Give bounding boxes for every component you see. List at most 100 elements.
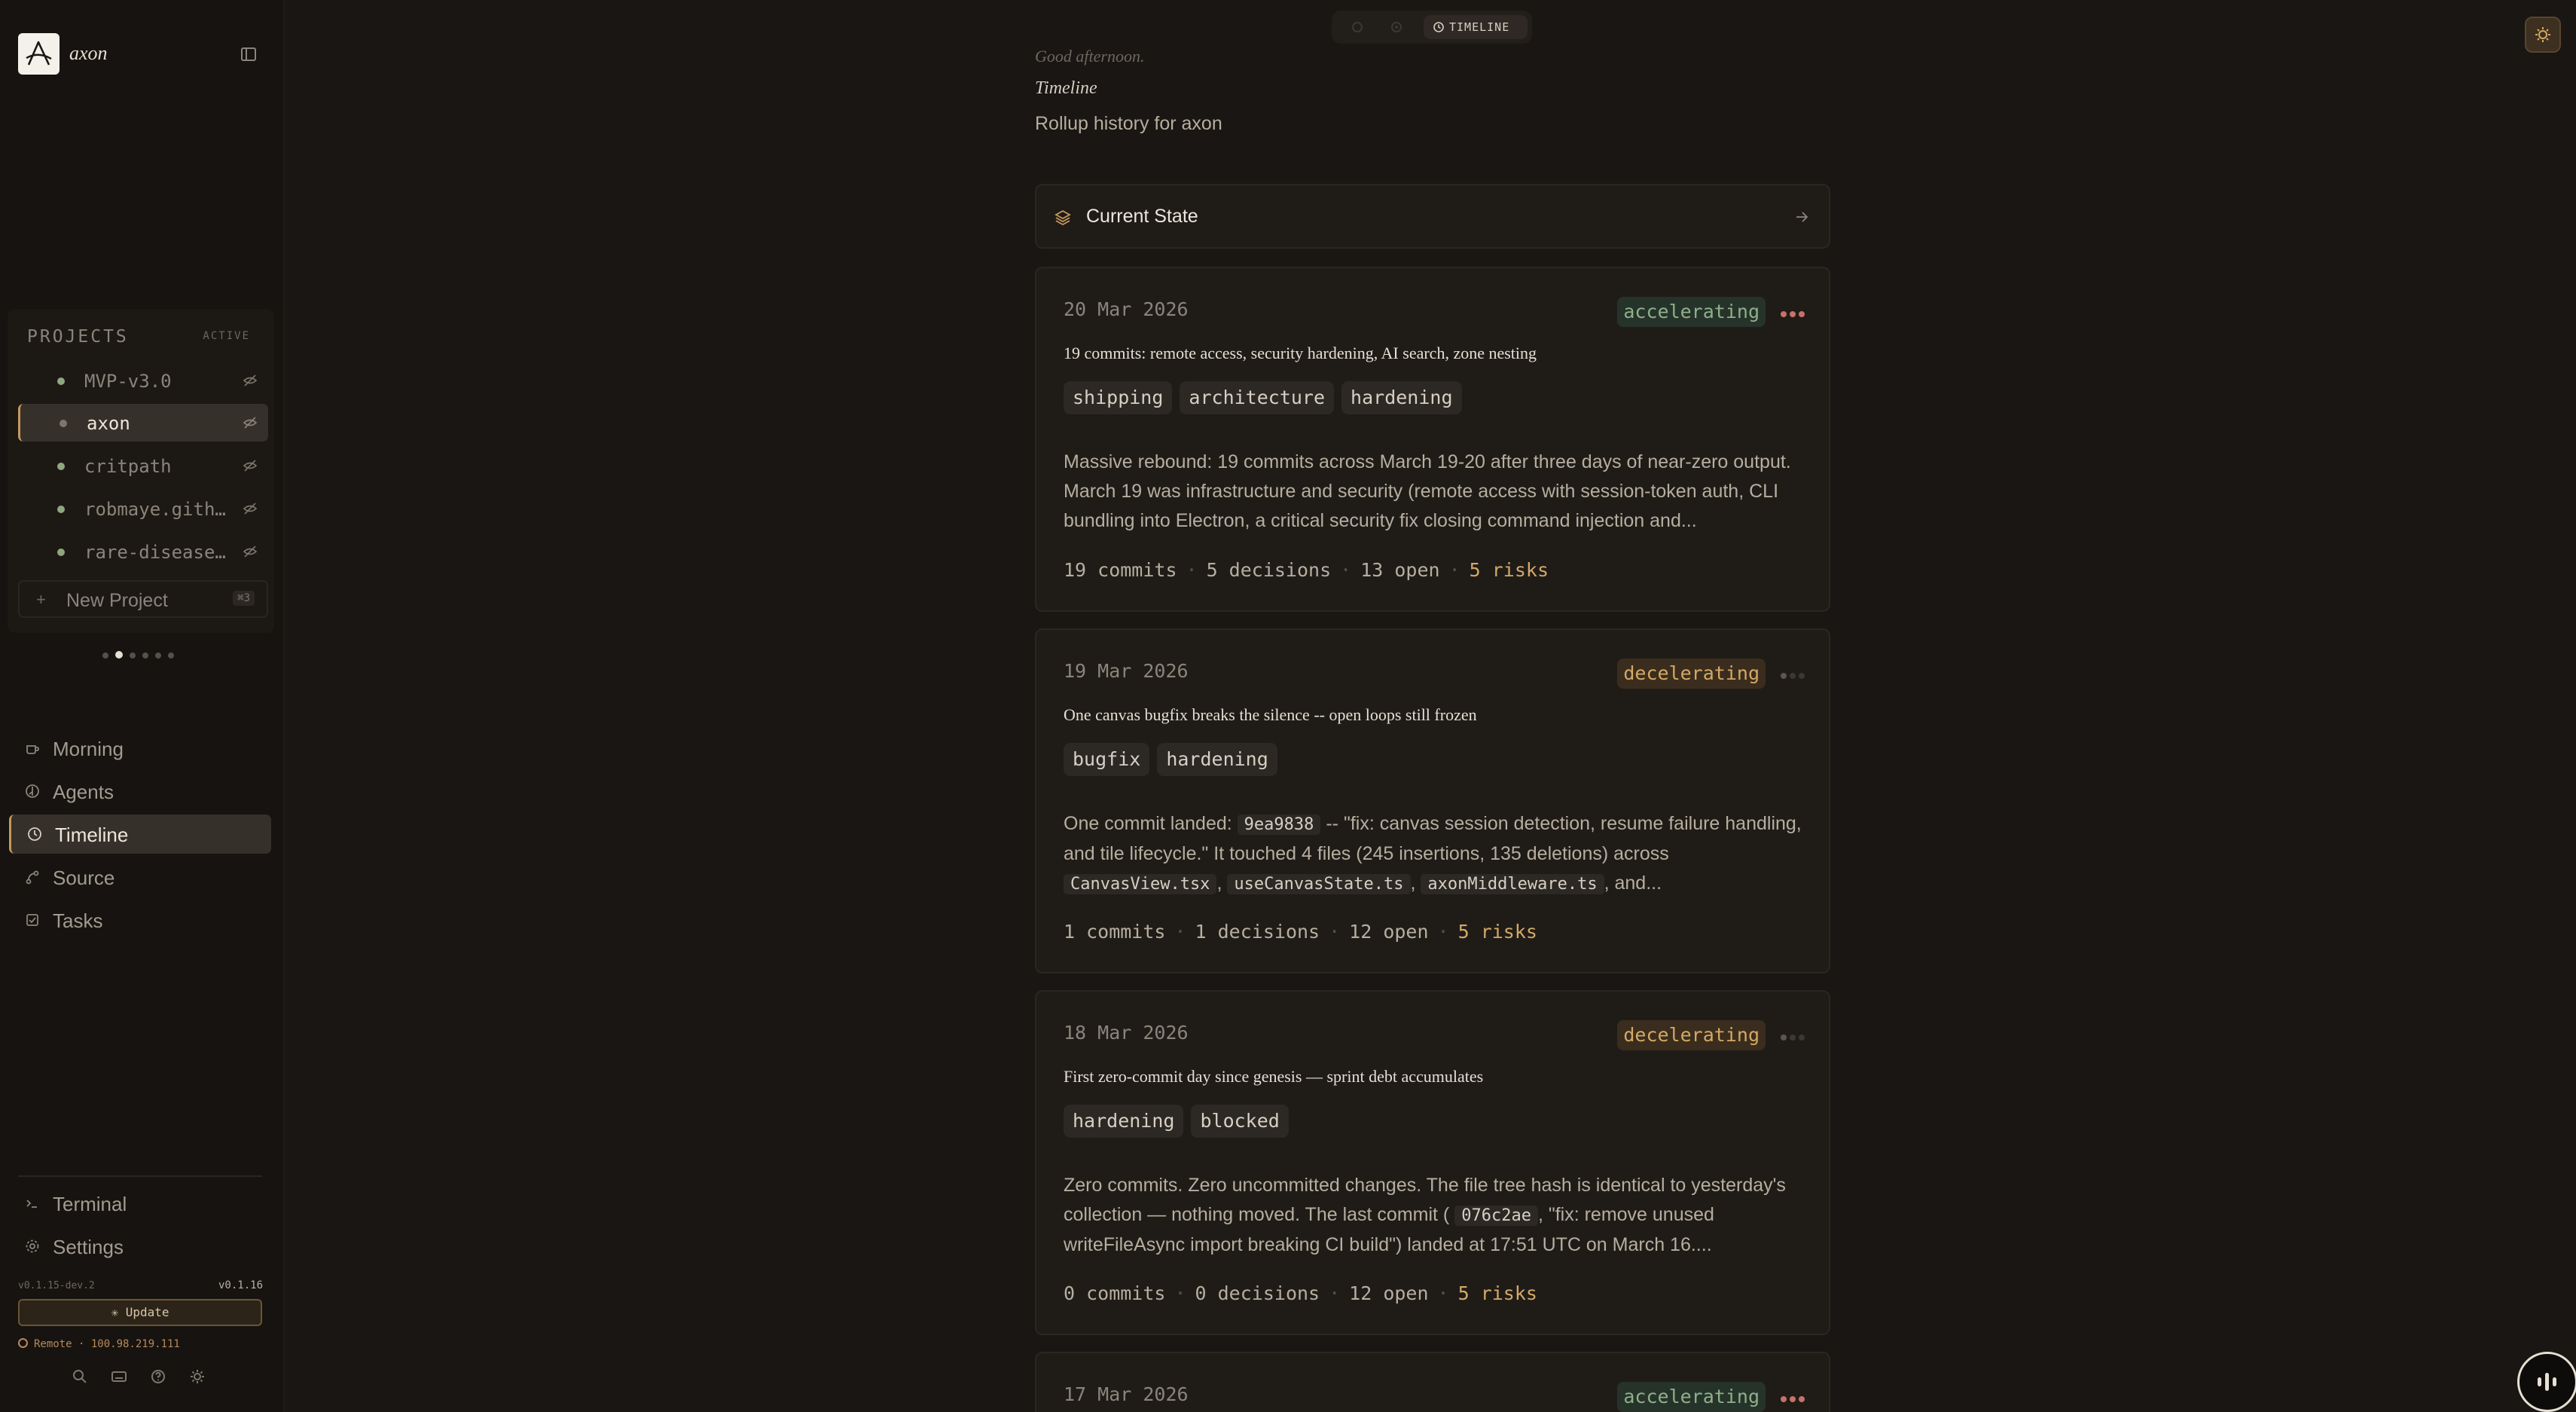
- nav-item-timeline[interactable]: Timeline: [9, 814, 271, 854]
- commit-hash: 9ea9838: [1237, 814, 1321, 835]
- timeline-card[interactable]: 19 Mar 2026 decelerating One canvas bugf…: [1035, 628, 1830, 973]
- nav-item-agents[interactable]: Agents: [9, 772, 271, 811]
- risks-count: 5 risks: [1457, 1282, 1537, 1304]
- nav-label: Settings: [53, 1236, 124, 1258]
- pager-dot[interactable]: [155, 653, 161, 659]
- keyboard-icon[interactable]: [110, 1368, 128, 1386]
- nav-item-morning[interactable]: Morning: [9, 729, 271, 768]
- commits-count: 0 commits: [1064, 1282, 1166, 1304]
- logo-icon: [26, 41, 52, 66]
- app-name: axon: [69, 42, 108, 64]
- sparkle-icon: ✳: [111, 1305, 126, 1319]
- card-headline: 19 commits: remote access, security hard…: [1064, 344, 1537, 362]
- globe-icon: [18, 1338, 28, 1348]
- tag: blocked: [1191, 1105, 1289, 1138]
- layers-icon: [1055, 209, 1071, 226]
- eye-off-icon[interactable]: [243, 501, 258, 516]
- eye-off-icon[interactable]: [243, 373, 258, 388]
- card-tags: shipping architecture hardening: [1064, 381, 1470, 414]
- project-name: robmaye.github.io: [84, 499, 229, 520]
- terminal-icon: [26, 1200, 37, 1208]
- risks-count: 5 risks: [1457, 921, 1537, 943]
- nav-item-source[interactable]: Source: [9, 857, 271, 897]
- file-name: CanvasView.tsx: [1064, 874, 1217, 894]
- app-logo[interactable]: [18, 33, 60, 75]
- card-stats: 1 commits · 1 decisions · 12 open · 5 risks: [1064, 921, 1537, 943]
- gear-icon: [26, 1239, 39, 1253]
- eye-off-icon[interactable]: [243, 458, 258, 473]
- tag: hardening: [1157, 743, 1277, 776]
- new-project-shortcut: ⌘3: [233, 591, 255, 606]
- card-date: 17 Mar 2026: [1064, 1383, 1189, 1405]
- nav-item-settings[interactable]: Settings: [9, 1227, 271, 1266]
- momentum-badge: decelerating: [1617, 1020, 1766, 1050]
- momentum-badge: accelerating: [1617, 297, 1766, 327]
- nav-label: Timeline: [55, 824, 129, 846]
- sun-icon[interactable]: [188, 1368, 206, 1386]
- timeline-card[interactable]: 17 Mar 2026 accelerating: [1035, 1352, 1830, 1412]
- decisions-count: 1 decisions: [1195, 921, 1320, 943]
- pager-dot[interactable]: [130, 653, 136, 659]
- remote-status[interactable]: Remote · 100.98.219.111: [18, 1338, 180, 1350]
- plus-icon: +: [36, 590, 46, 609]
- card-stats: 0 commits · 0 decisions · 12 open · 5 risks: [1064, 1282, 1537, 1304]
- card-tags: hardening blocked: [1064, 1105, 1296, 1138]
- card-date: 19 Mar 2026: [1064, 660, 1189, 682]
- file-name: axonMiddleware.ts: [1421, 874, 1604, 894]
- new-project-button[interactable]: + New Project ⌘3: [18, 580, 268, 618]
- project-status-dot: [57, 377, 65, 385]
- pager-dot[interactable]: [168, 653, 174, 659]
- card-headline: First zero-commit day since genesis — sp…: [1064, 1067, 1484, 1086]
- sun-icon: [2535, 27, 2550, 42]
- project-item-robmaye[interactable]: robmaye.github.io: [18, 490, 268, 527]
- project-item-rare-disease[interactable]: rare-disease-research: [18, 533, 268, 570]
- voice-button[interactable]: [2517, 1352, 2576, 1412]
- momentum-dots: [1778, 307, 1805, 317]
- open-count: 13 open: [1360, 559, 1440, 581]
- pager-dot[interactable]: [142, 653, 148, 659]
- collapse-sidebar-button[interactable]: [240, 45, 258, 63]
- timeline-card[interactable]: 20 Mar 2026 accelerating 19 commits: rem…: [1035, 267, 1830, 612]
- update-button[interactable]: ✳ Update: [18, 1299, 262, 1326]
- search-icon[interactable]: [71, 1368, 89, 1386]
- update-label: Update: [125, 1305, 169, 1319]
- view-option-icon[interactable]: [1386, 15, 1407, 39]
- nav-item-tasks[interactable]: Tasks: [9, 900, 271, 940]
- card-headline: One canvas bugfix breaks the silence -- …: [1064, 705, 1477, 724]
- theme-toggle-button[interactable]: [2525, 17, 2561, 53]
- sidebar-toggle-icon: [241, 47, 256, 61]
- timeline-card[interactable]: 18 Mar 2026 decelerating First zero-comm…: [1035, 990, 1830, 1335]
- nav-label: Agents: [53, 781, 114, 803]
- project-pager[interactable]: [102, 649, 181, 659]
- project-item-mvp[interactable]: MVP-v3.0: [18, 362, 268, 399]
- file-name: useCanvasState.ts: [1227, 874, 1411, 894]
- git-branch-icon: [26, 870, 39, 885]
- help-icon[interactable]: [149, 1368, 167, 1386]
- new-project-label: New Project: [66, 590, 168, 611]
- clock-icon: [28, 827, 41, 841]
- pager-dot-active[interactable]: [115, 651, 123, 659]
- card-body: Massive rebound: 19 commits across March…: [1064, 451, 1791, 531]
- tab-timeline-label: TIMELINE: [1449, 20, 1510, 34]
- current-state-label: Current State: [1086, 206, 1198, 227]
- body-text: One commit landed:: [1064, 813, 1232, 834]
- decisions-count: 5 decisions: [1206, 559, 1332, 581]
- tag: architecture: [1180, 381, 1335, 414]
- tab-timeline[interactable]: TIMELINE: [1424, 15, 1528, 39]
- nav-item-terminal[interactable]: Terminal: [9, 1184, 271, 1223]
- project-item-axon[interactable]: axon: [18, 404, 268, 442]
- eye-off-icon[interactable]: [243, 544, 258, 559]
- pager-dot[interactable]: [102, 653, 108, 659]
- project-name: rare-disease-research: [84, 542, 229, 563]
- remote-label: Remote · 100.98.219.111: [34, 1338, 180, 1350]
- page-subtitle: Rollup history for axon: [1035, 113, 1222, 134]
- nav-label: Morning: [53, 738, 124, 760]
- eye-off-icon[interactable]: [243, 415, 258, 430]
- card-body: Zero commits. Zero uncommitted changes. …: [1064, 1171, 1809, 1260]
- open-count: 12 open: [1349, 921, 1429, 943]
- project-item-critpath[interactable]: critpath: [18, 447, 268, 484]
- audio-bars-icon: [2538, 1373, 2556, 1391]
- project-status-dot: [57, 549, 65, 556]
- view-option-icon[interactable]: [1347, 15, 1368, 39]
- current-state-card[interactable]: Current State: [1035, 184, 1830, 249]
